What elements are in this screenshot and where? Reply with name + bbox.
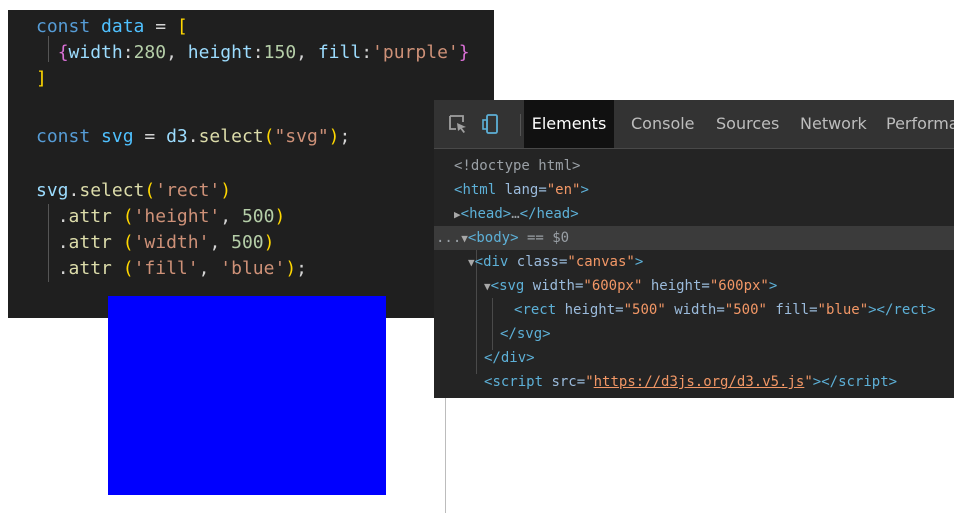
rendered-blue-rect <box>108 296 386 495</box>
code-line-10[interactable]: .attr ('fill', 'blue'); <box>36 256 307 282</box>
expand-triangle-icon[interactable]: ▶ <box>454 208 461 221</box>
dom-node-svg[interactable]: ▼<svg width="600px" height="600px"> <box>484 274 777 298</box>
tab-performance[interactable]: Performar <box>886 100 954 148</box>
dom-node-div-close[interactable]: </div> <box>484 346 535 370</box>
dom-node-body[interactable]: ...▼<body> == $0 <box>436 226 569 250</box>
code-line-7[interactable]: svg.select('rect') <box>36 178 231 204</box>
script-src-link[interactable]: https://d3js.org/d3.v5.js <box>594 374 805 390</box>
code-line-3[interactable]: ] <box>36 66 47 92</box>
collapse-triangle-icon[interactable]: ▼ <box>468 256 475 269</box>
device-toolbar-icon[interactable] <box>480 112 504 136</box>
devtools-panel: Elements Console Sources Network Perform… <box>434 100 954 398</box>
tab-elements[interactable]: Elements <box>524 100 614 148</box>
tree-guide <box>492 298 493 350</box>
collapse-triangle-icon[interactable]: ▼ <box>461 232 468 245</box>
toolbar-separator <box>520 114 521 136</box>
code-editor[interactable]: const data = [ {width:280, height:150, f… <box>8 10 494 318</box>
tab-console[interactable]: Console <box>631 100 695 148</box>
dom-node-rect[interactable]: <rect height="500" width="500" fill="blu… <box>514 298 936 322</box>
code-line-1[interactable]: const data = [ <box>36 14 188 40</box>
inspect-element-icon[interactable] <box>446 112 470 136</box>
dom-node-svg-close[interactable]: </svg> <box>500 322 551 346</box>
tab-sources[interactable]: Sources <box>716 100 779 148</box>
dom-node-script[interactable]: <script src="https://d3js.org/d3.v5.js">… <box>484 370 897 394</box>
dom-node-head[interactable]: ▶<head>…</head> <box>454 202 579 226</box>
page-divider <box>445 398 446 513</box>
code-line-2[interactable]: {width:280, height:150, fill:'purple'} <box>36 40 470 66</box>
code-line-8[interactable]: .attr ('height', 500) <box>36 204 286 230</box>
dom-node-div[interactable]: ▼<div class="canvas"> <box>468 250 643 274</box>
dom-node-html[interactable]: <html lang="en"> <box>454 178 589 202</box>
dom-node-doctype[interactable]: <!doctype html> <box>454 154 580 178</box>
collapse-triangle-icon[interactable]: ▼ <box>484 280 491 293</box>
tab-network[interactable]: Network <box>800 100 867 148</box>
devtools-toolbar: Elements Console Sources Network Perform… <box>434 100 954 149</box>
code-line-9[interactable]: .attr ('width', 500) <box>36 230 275 256</box>
code-line-5[interactable]: const svg = d3.select("svg"); <box>36 124 350 150</box>
